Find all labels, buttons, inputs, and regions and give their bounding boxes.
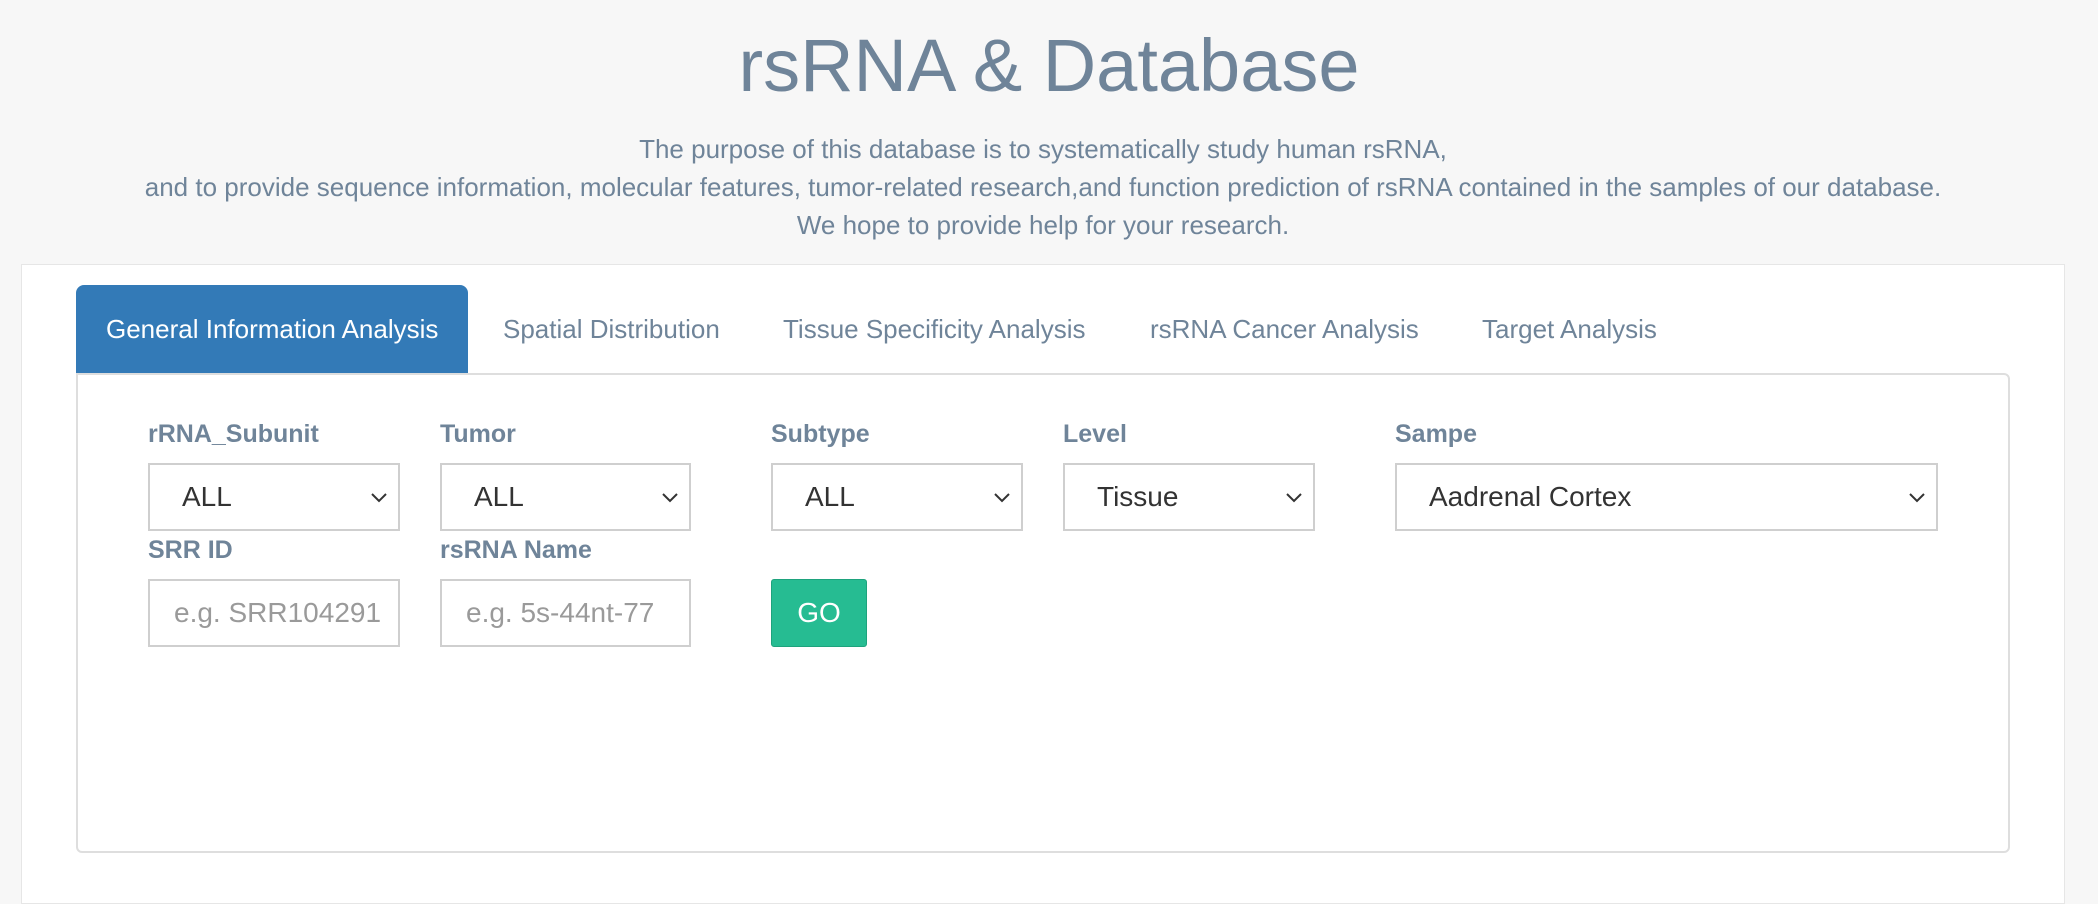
tumor-value: ALL — [474, 481, 524, 512]
srr-id-label: SRR ID — [148, 536, 233, 564]
rsrna-name-label: rsRNA Name — [440, 536, 592, 564]
description-line: and to provide sequence information, mol… — [144, 172, 1942, 202]
rsrna-name-input[interactable] — [440, 579, 691, 647]
sample-label: Sampe — [1395, 420, 1477, 448]
rrna-subunit-label: rRNA_Subunit — [148, 420, 319, 448]
subtype-value: ALL — [805, 481, 855, 512]
tab-rsrna-cancer-analysis[interactable]: rsRNA Cancer Analysis — [1150, 285, 1419, 373]
tab-tissue-specificity-analysis[interactable]: Tissue Specificity Analysis — [783, 285, 1085, 373]
chevron-down-icon — [371, 493, 387, 503]
sample-select[interactable]: Aadrenal Cortex — [1395, 463, 1938, 531]
chevron-down-icon — [994, 493, 1010, 503]
subtype-label: Subtype — [771, 420, 870, 448]
sample-value: Aadrenal Cortex — [1429, 481, 1632, 512]
chevron-down-icon — [1286, 493, 1302, 503]
go-button[interactable]: GO — [771, 579, 867, 647]
tab-general-information-analysis[interactable]: General Information Analysis — [76, 285, 469, 373]
subtype-select[interactable]: ALL — [771, 463, 1023, 531]
rrna-subunit-value: ALL — [182, 481, 232, 512]
tab-spatial-distribution[interactable]: Spatial Distribution — [503, 285, 720, 373]
page-title: rsRNA & Database — [738, 24, 1360, 107]
rrna-subunit-select[interactable]: ALL — [148, 463, 400, 531]
tab-target-analysis[interactable]: Target Analysis — [1482, 285, 1657, 373]
description-line: The purpose of this database is to syste… — [639, 134, 1447, 164]
chevron-down-icon — [1909, 493, 1925, 503]
chevron-down-icon — [662, 493, 678, 503]
description-line: We hope to provide help for your researc… — [796, 210, 1290, 240]
srr-id-input[interactable] — [148, 579, 400, 647]
level-select[interactable]: Tissue — [1063, 463, 1315, 531]
page-description: The purpose of this database is to syste… — [0, 130, 2086, 244]
tumor-select[interactable]: ALL — [440, 463, 691, 531]
level-label: Level — [1063, 420, 1127, 448]
level-value: Tissue — [1097, 481, 1179, 512]
tumor-label: Tumor — [440, 420, 516, 448]
